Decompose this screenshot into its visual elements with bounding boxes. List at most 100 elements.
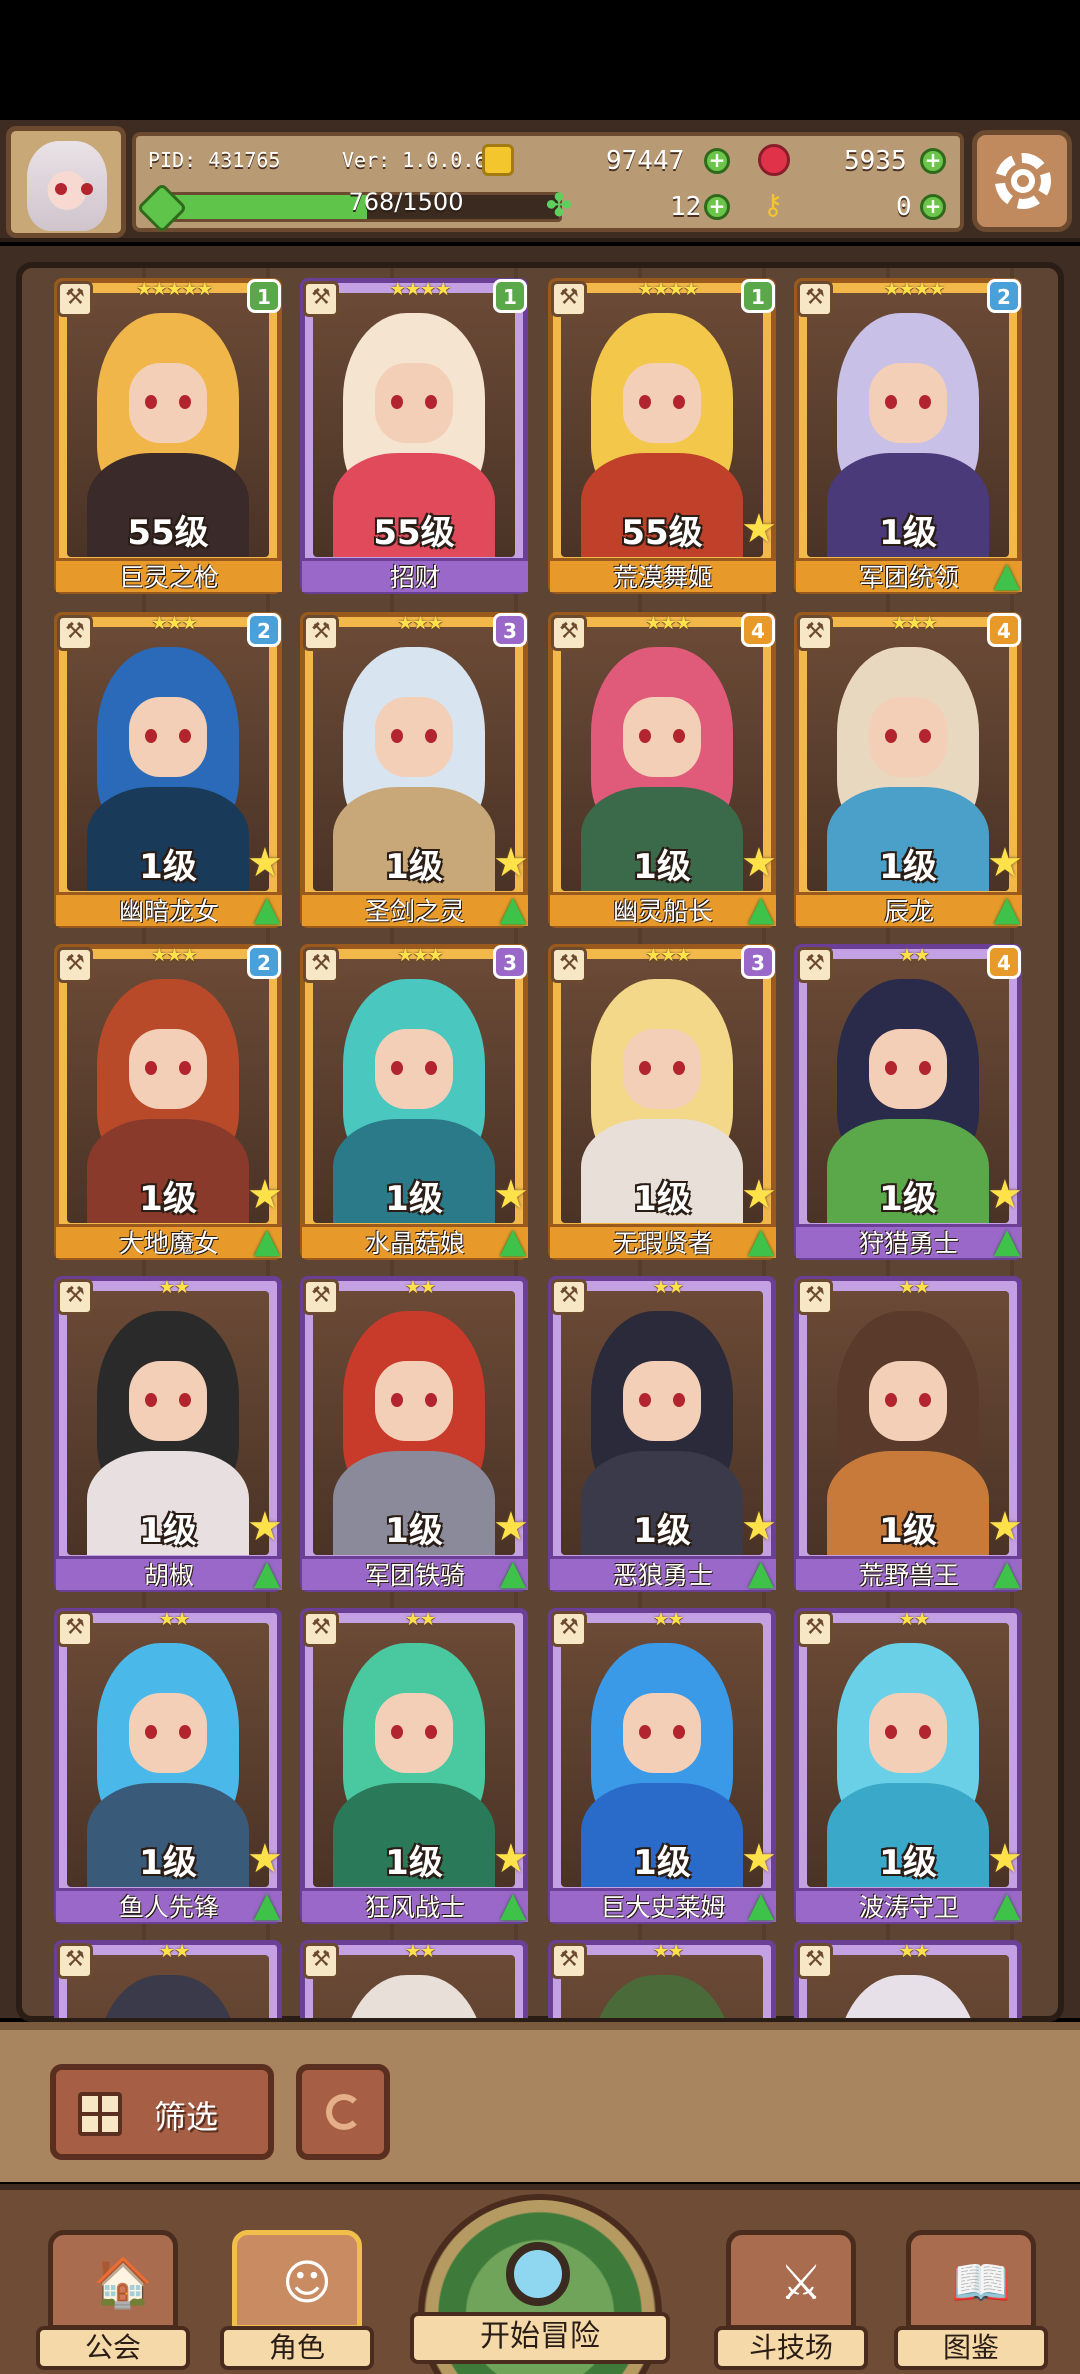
gem-count: 5935 (844, 146, 907, 176)
star-rating: ★★★ (891, 613, 937, 634)
star-upgrade-icon[interactable]: ★ (987, 1175, 1027, 1215)
star-upgrade-icon[interactable]: ★ (247, 1175, 287, 1215)
character-card[interactable]: ⚒ ★★★ 4 1级 辰龙 ★ ▲ (794, 612, 1023, 929)
key-icon: ⚷ (762, 188, 784, 221)
level-up-arrow-icon[interactable]: ▲ (987, 1553, 1027, 1593)
tier-badge: 3 (493, 945, 527, 979)
gear-icon-core (1011, 169, 1035, 193)
portrait-eye (885, 729, 897, 743)
star-upgrade-icon[interactable]: ★ (987, 1839, 1027, 1879)
level-up-arrow-icon[interactable]: ▲ (247, 1553, 287, 1593)
character-card[interactable]: ⚒ ★★★★ 2 1级 军团统领 ▲ (794, 278, 1022, 595)
add-clovers-icon[interactable]: + (704, 194, 730, 220)
nav-character[interactable]: ☺ 角色 (220, 2230, 374, 2370)
character-card[interactable]: ⚒ ★★★ 3 1级 水晶菇娘 ★ ▲ (300, 944, 529, 1261)
star-upgrade-icon[interactable]: ★ (987, 843, 1027, 883)
level-up-arrow-icon[interactable]: ▲ (247, 889, 287, 929)
star-upgrade-icon[interactable]: ★ (247, 1839, 287, 1879)
portrait-eye (425, 1061, 437, 1075)
star-upgrade-icon[interactable]: ★ (493, 843, 533, 883)
character-card[interactable]: ⚒ ★★★ 4 1级 幽灵船长 ★ ▲ (548, 612, 777, 929)
star-upgrade-icon[interactable]: ★ (493, 1839, 533, 1879)
player-avatar[interactable] (6, 126, 126, 238)
star-rating: ★★ (898, 1277, 930, 1298)
star-upgrade-icon[interactable]: ★ (741, 509, 781, 549)
star-upgrade-icon[interactable]: ★ (247, 843, 287, 883)
level-up-arrow-icon[interactable]: ▲ (987, 889, 1027, 929)
character-level: 55级 (127, 513, 209, 553)
star-upgrade-icon[interactable]: ★ (741, 1839, 781, 1879)
star-upgrade-icon[interactable]: ★ (741, 843, 781, 883)
level-up-arrow-icon[interactable]: ▲ (247, 1885, 287, 1925)
tier-badge: 1 (741, 279, 775, 313)
character-card[interactable]: ⚒ ★★ 1级 狂风战士 ★ ▲ (300, 1608, 529, 1925)
level-up-arrow-icon[interactable]: ▲ (987, 1221, 1027, 1261)
character-level: 1级 (633, 1511, 691, 1551)
character-card[interactable]: ⚒ ★★★★ 1 55级 荒漠舞姬 ★ (548, 278, 777, 594)
level-up-arrow-icon[interactable]: ▲ (493, 1553, 533, 1593)
character-card[interactable]: ⚒ ★★★ 2 1级 大地魔女 ★ ▲ (54, 944, 283, 1261)
portrait-face (375, 1693, 453, 1773)
level-up-arrow-icon[interactable]: ▲ (741, 889, 781, 929)
star-upgrade-icon[interactable]: ★ (493, 1175, 533, 1215)
character-card[interactable]: ⚒ ★★ (794, 1940, 1022, 2018)
character-card[interactable]: ⚒ ★★★ 3 1级 无瑕贤者 ★ ▲ (548, 944, 777, 1261)
level-up-arrow-icon[interactable]: ▲ (741, 1885, 781, 1925)
class-icon: ⚒ (57, 947, 93, 983)
level-up-arrow-icon[interactable]: ▲ (741, 1221, 781, 1261)
character-card[interactable]: ⚒ ★★ 1级 波涛守卫 ★ ▲ (794, 1608, 1023, 1925)
class-icon: ⚒ (303, 281, 339, 317)
character-card[interactable]: ⚒ ★★ (54, 1940, 282, 2018)
star-upgrade-icon[interactable]: ★ (493, 1507, 533, 1547)
add-gems-icon[interactable]: + (920, 148, 946, 174)
character-card[interactable]: ⚒ ★★ 1级 荒野兽王 ★ ▲ (794, 1276, 1023, 1593)
star-rating: ★★ (158, 1277, 190, 1298)
character-level: 1级 (879, 1511, 937, 1551)
character-card[interactable]: ⚒ ★★ 1级 鱼人先锋 ★ ▲ (54, 1608, 283, 1925)
level-up-arrow-icon[interactable]: ▲ (741, 1553, 781, 1593)
filter-button[interactable]: 筛选 (50, 2064, 274, 2160)
character-card[interactable]: ⚒ ★★★ 2 1级 幽暗龙女 ★ ▲ (54, 612, 283, 929)
character-card[interactable]: ⚒ ★★ 1级 胡椒 ★ ▲ (54, 1276, 283, 1593)
start-adventure-button[interactable]: 开始冒险 (410, 2186, 670, 2374)
character-card[interactable]: ⚒ ★★★★★ 1 55级 巨灵之枪 (54, 278, 282, 594)
character-card[interactable]: ⚒ ★★ 4 1级 狩猎勇士 ★ ▲ (794, 944, 1023, 1261)
character-card[interactable]: ⚒ ★★ 1级 军团铁骑 ★ ▲ (300, 1276, 529, 1593)
star-upgrade-icon[interactable]: ★ (741, 1507, 781, 1547)
level-up-arrow-icon[interactable]: ▲ (493, 1885, 533, 1925)
level-up-arrow-icon[interactable]: ▲ (987, 555, 1027, 595)
character-card[interactable]: ⚒ ★★★★ 1 55级 招财 (300, 278, 528, 594)
nav-codex[interactable]: 📖 图鉴 (894, 2230, 1048, 2370)
character-level: 1级 (139, 847, 197, 887)
portrait-face (869, 1693, 947, 1773)
star-rating: ★★ (652, 1609, 684, 1630)
star-upgrade-icon[interactable]: ★ (987, 1507, 1027, 1547)
portrait-eye (639, 729, 651, 743)
guild-house-icon: 🏠 (93, 2255, 153, 2311)
add-keys-icon[interactable]: + (920, 194, 946, 220)
portrait-face (375, 697, 453, 777)
character-grid[interactable]: ⚒ ★★★★★ 1 55级 巨灵之枪 ⚒ ★★★★ 1 55级 招财 ⚒ ★★★★ 1 55级 荒漠舞姬 ★ ⚒… (54, 278, 1034, 2018)
portrait-eye (391, 1061, 403, 1075)
class-icon: ⚒ (303, 615, 339, 651)
level-up-arrow-icon[interactable]: ▲ (247, 1221, 287, 1261)
character-card[interactable]: ⚒ ★★ (548, 1940, 776, 2018)
character-name: 招财 (302, 558, 528, 592)
character-card[interactable]: ⚒ ★★ 1级 恶狼勇士 ★ ▲ (548, 1276, 777, 1593)
hud-row-top: PID: 431765 Ver: 1.0.0.6 97447 + 5935 + (136, 140, 960, 184)
level-up-arrow-icon[interactable]: ▲ (493, 889, 533, 929)
refresh-button[interactable] (296, 2064, 390, 2160)
level-up-arrow-icon[interactable]: ▲ (987, 1885, 1027, 1925)
settings-button[interactable] (972, 130, 1072, 232)
character-card[interactable]: ⚒ ★★★ 3 1级 圣剑之灵 ★ ▲ (300, 612, 529, 929)
add-coins-icon[interactable]: + (704, 148, 730, 174)
star-upgrade-icon[interactable]: ★ (741, 1175, 781, 1215)
level-up-arrow-icon[interactable]: ▲ (493, 1221, 533, 1261)
star-upgrade-icon[interactable]: ★ (247, 1507, 287, 1547)
nav-guild[interactable]: 🏠 公会 (36, 2230, 190, 2370)
character-card[interactable]: ⚒ ★★ 1级 巨大史莱姆 ★ ▲ (548, 1608, 777, 1925)
magnifier-icon (506, 2242, 570, 2306)
nav-arena[interactable]: ⚔ 斗技场 (714, 2230, 868, 2370)
character-card[interactable]: ⚒ ★★ (300, 1940, 528, 2018)
portrait-eye (639, 1393, 651, 1407)
